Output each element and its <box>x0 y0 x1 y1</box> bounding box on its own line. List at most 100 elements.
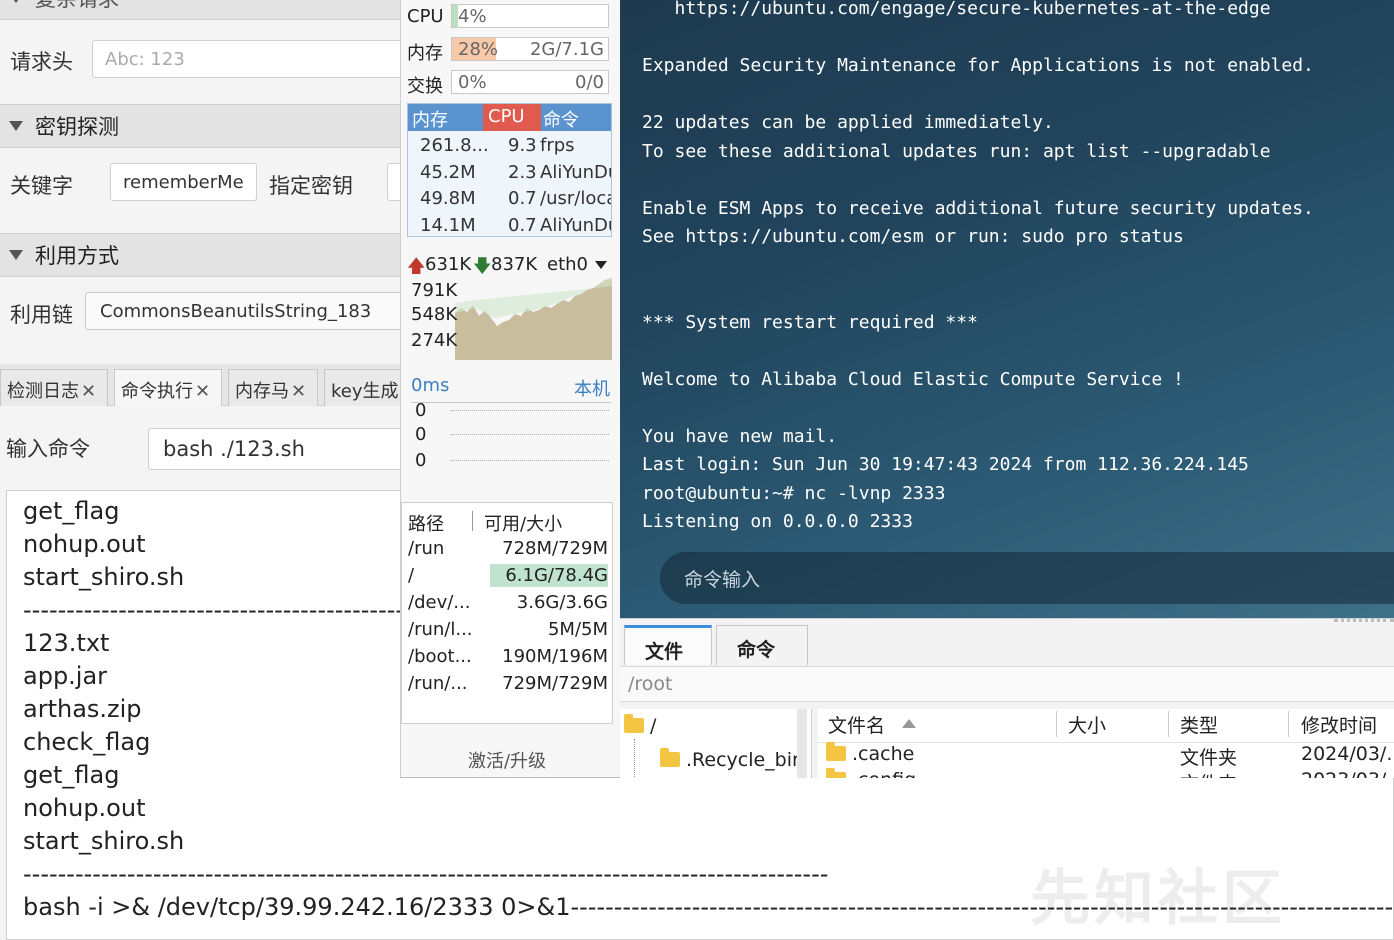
command-input[interactable]: bash ./123.sh <box>148 428 402 470</box>
chevron-down-icon[interactable] <box>595 261 607 269</box>
terminal-command-input[interactable]: 命令输入 <box>660 552 1394 604</box>
activate-link[interactable]: 激活/升级 <box>401 726 613 776</box>
section-title: 利用方式 <box>35 244 119 268</box>
net-down: 837K <box>491 254 538 275</box>
ping-graph: 0ms 本机 0 0 0 <box>407 372 612 484</box>
folder-tree[interactable]: / .Recycle_bir <box>620 709 812 778</box>
ping-target[interactable]: 本机 <box>574 375 610 401</box>
path-bar[interactable]: /root <box>620 666 1394 702</box>
tab-files[interactable]: 文件 <box>624 625 712 665</box>
col-modified[interactable]: 修改时间 <box>1301 711 1377 738</box>
output-line: arthas.zip <box>23 695 142 723</box>
output-line: ----------------------------------------… <box>23 596 439 624</box>
disk-row[interactable]: / 6.1G/78.4G <box>402 562 612 589</box>
col-filename[interactable]: 文件名 <box>828 711 885 738</box>
close-icon[interactable]: ✕ <box>81 381 96 402</box>
tab-memshell[interactable]: 内存马 ✕ <box>228 369 318 406</box>
resize-handle[interactable] <box>1334 619 1394 622</box>
proc-cmd: /usr/loca <box>540 188 612 209</box>
keyword-input[interactable]: rememberMe <box>110 163 257 201</box>
section-title: 密钥探测 <box>35 115 119 139</box>
file-row[interactable]: .config 文件夹 2023/03/... <box>818 768 1394 778</box>
col-type[interactable]: 类型 <box>1180 711 1218 738</box>
col-path[interactable]: 路径 <box>408 510 444 536</box>
close-icon[interactable]: ✕ <box>291 381 306 402</box>
col-cmd[interactable]: 命令 <box>543 106 579 132</box>
tree-item[interactable]: .Recycle_bir <box>660 748 800 771</box>
chain-label: 利用链 <box>10 303 73 327</box>
terminal-line: *** System restart required *** <box>642 311 978 333</box>
header-label: 请求头 <box>10 50 73 74</box>
chain-select[interactable]: CommonsBeanutilsString_183 <box>85 292 402 330</box>
terminal[interactable]: https://ubuntu.com/engage/secure-kuberne… <box>620 0 1394 618</box>
cpu-bar: 4% <box>451 4 609 28</box>
file-modified: 2023/03/... <box>1301 769 1394 778</box>
tab-commands[interactable]: 命令 <box>716 625 808 665</box>
col-size[interactable]: 大小 <box>1068 711 1106 738</box>
disk-path: / <box>408 565 415 586</box>
mem-bar: 28% 2G/7.1G <box>451 37 609 61</box>
process-row[interactable]: 49.8M 0.7/usr/loca <box>408 185 612 212</box>
disk-size: 6.1G/78.4G <box>505 565 608 586</box>
swap-bar: 0% 0/0 <box>451 70 609 94</box>
ping-value: 0 <box>415 450 427 471</box>
col-size[interactable]: 可用/大小 <box>484 510 562 536</box>
file-list[interactable]: 文件名 大小 类型 修改时间 .cache 文件夹 2024/03/... .conf… <box>818 709 1394 778</box>
proc-cmd: AliYunDu <box>540 214 612 236</box>
swap-label: 交换 <box>407 76 443 97</box>
grid-line <box>451 410 609 411</box>
tree-root[interactable]: / <box>624 714 656 737</box>
disk-size: 5M/5M <box>547 619 608 640</box>
folder-icon <box>660 748 680 767</box>
terminal-line: Welcome to Alibaba Cloud Elastic Compute… <box>642 368 1184 390</box>
tab-key-gen[interactable]: key生成 <box>324 369 402 406</box>
section-complex-request[interactable]: 复杂请求 <box>0 0 402 20</box>
terminal-line: See https://ubuntu.com/esm or run: sudo … <box>642 226 1184 247</box>
chevron-down-icon <box>9 250 23 260</box>
disk-row[interactable]: /run/... 729M/729M <box>402 670 612 697</box>
grid-line <box>451 434 609 435</box>
disk-row[interactable]: /run 728M/729M <box>402 535 612 562</box>
net-up: 631K <box>425 254 472 275</box>
divider <box>1056 711 1057 737</box>
col-cpu[interactable]: CPU <box>483 104 541 131</box>
disk-table[interactable]: 路径 可用/大小 /run 728M/729M / 6.1G/78.4G/dev/..… <box>401 502 613 724</box>
tab-label: key生成 <box>331 381 399 402</box>
tree-line <box>634 739 635 778</box>
terminal-line: 22 updates can be applied immediately. <box>642 112 1054 133</box>
disk-row[interactable]: /boot... 190M/196M <box>402 643 612 670</box>
proc-mem: 49.8M <box>420 188 476 209</box>
folder-icon <box>624 714 644 733</box>
output-line: ----------------------------------------… <box>23 860 829 888</box>
scrollbar[interactable] <box>797 709 807 778</box>
disk-path: /run/... <box>408 673 468 694</box>
process-row[interactable]: 261.8... 9.3 frps <box>408 132 611 159</box>
close-icon[interactable]: ✕ <box>195 381 210 402</box>
proc-mem: 261.8... <box>420 135 489 156</box>
disk-row[interactable]: /dev/... 3.6G/3.6G <box>402 589 612 616</box>
network-graph: 🡅 631K 🡇 837K eth0 791K 548K 274K <box>407 248 612 360</box>
tab-command-exec[interactable]: 命令执行 ✕ <box>114 369 222 406</box>
tab-detect-log[interactable]: 检测日志 ✕ <box>0 369 108 406</box>
sort-asc-icon[interactable] <box>902 719 916 728</box>
net-iface[interactable]: eth0 <box>547 254 588 275</box>
process-row[interactable]: 45.2M 2.3 AliYunDu <box>408 159 611 186</box>
file-name-cell: .config <box>826 768 916 778</box>
ping-value: 0 <box>415 400 427 421</box>
ping-latency: 0ms <box>411 375 450 396</box>
file-name-cell: .cache <box>826 742 914 765</box>
cpu-label: CPU <box>407 6 444 27</box>
folder-icon <box>826 768 846 778</box>
section-key-detect[interactable]: 密钥探测 <box>0 104 402 148</box>
col-mem[interactable]: 内存 <box>412 106 448 132</box>
disk-path: /run/l... <box>408 619 473 640</box>
process-row[interactable]: 14.1M 0.7 AliYunDu <box>408 212 612 237</box>
section-exploit-mode[interactable]: 利用方式 <box>0 233 402 277</box>
keyword-label: 关键字 <box>10 174 73 198</box>
terminal-line: To see these additional updates run: apt… <box>642 140 1271 162</box>
header-input[interactable]: Abc: 123 <box>92 40 402 78</box>
file-row[interactable]: .cache 文件夹 2024/03/... <box>818 742 1394 769</box>
process-table[interactable]: 内存 CPU 命令 261.8... 9.3 frps 45.2M 2.3 AliYunD… <box>407 103 612 237</box>
output-line: get_flag <box>23 497 120 525</box>
disk-row[interactable]: /run/l... 5M/5M <box>402 616 612 643</box>
